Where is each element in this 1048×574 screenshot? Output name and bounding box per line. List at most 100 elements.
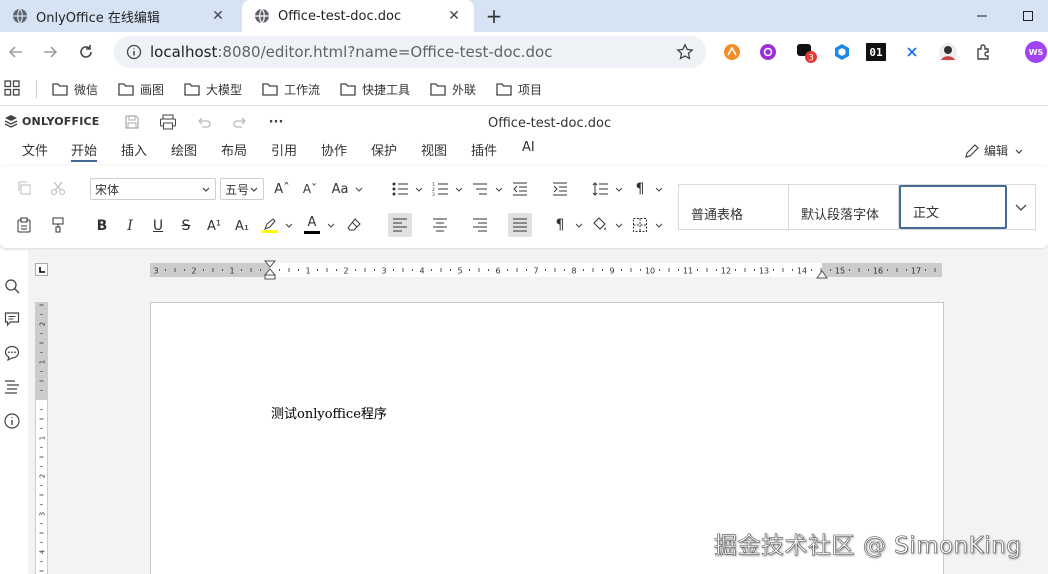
extension-orange-icon[interactable] [720, 40, 744, 64]
bold-button[interactable]: B [90, 214, 114, 238]
clear-format-icon[interactable] [342, 213, 366, 237]
save-icon[interactable] [120, 112, 144, 132]
underline-button[interactable]: U [146, 214, 170, 238]
chevron-down-icon[interactable] [454, 177, 464, 201]
extension-01-icon[interactable]: 01 [864, 40, 888, 64]
line-spacing-icon[interactable] [588, 177, 612, 201]
extension-avatar-icon[interactable] [936, 40, 960, 64]
url-text[interactable]: localhost:8080/editor.html?name=Office-t… [150, 43, 670, 61]
subscript-button[interactable]: A₁ [230, 214, 254, 238]
back-button[interactable] [2, 38, 30, 66]
chevron-down-icon[interactable] [326, 213, 336, 237]
strikethrough-button[interactable]: S [174, 214, 198, 238]
tab-layout[interactable]: 布局 [221, 140, 247, 159]
tab-plugins[interactable]: 插件 [471, 140, 497, 159]
maximize-button[interactable] [1006, 0, 1048, 32]
navigation-icon[interactable] [3, 378, 21, 396]
bookmark-folder-tools[interactable]: 快捷工具 [340, 79, 410, 99]
search-icon[interactable] [3, 277, 21, 295]
extension-cube-icon[interactable] [830, 40, 854, 64]
bookmark-folder-links[interactable]: 外联 [430, 79, 476, 99]
tab-view[interactable]: 视图 [421, 140, 447, 159]
align-justify-icon[interactable] [508, 213, 532, 237]
italic-button[interactable]: I [118, 214, 142, 238]
browser-tab-1[interactable]: OnlyOffice 在线编辑 ✕ [0, 0, 238, 32]
extension-purple-icon[interactable] [756, 40, 780, 64]
style-default-paragraph-font[interactable]: 默认段落字体 [789, 185, 899, 229]
vertical-ruler[interactable]: 2 1 1 2 3 4 [35, 302, 48, 574]
extension-chat-icon[interactable]: 3 [794, 40, 818, 64]
tab-stop-selector[interactable] [35, 263, 48, 276]
change-case-button[interactable]: Aa [328, 177, 352, 201]
edit-mode-dropdown[interactable]: 编辑 [964, 142, 1028, 159]
highlight-color-button[interactable] [258, 213, 282, 237]
bookmark-folder-workflow[interactable]: 工作流 [262, 79, 320, 99]
paste-icon[interactable] [12, 213, 36, 237]
browser-tab-2[interactable]: Office-test-doc.doc ✕ [242, 0, 474, 32]
decrease-indent-icon[interactable] [508, 177, 532, 201]
tab-insert[interactable]: 插入 [121, 140, 147, 159]
info-icon[interactable] [3, 412, 21, 430]
style-normal-table[interactable]: 普通表格 [679, 185, 789, 229]
paragraph-shading-icon[interactable] [588, 213, 612, 237]
style-body-text[interactable]: 正文 [899, 185, 1007, 229]
paragraph-direction-button[interactable]: ¶ [628, 177, 652, 201]
align-left-icon[interactable] [388, 213, 412, 237]
tab-collaboration[interactable]: 协作 [321, 140, 347, 159]
chat-icon[interactable] [3, 344, 21, 362]
borders-icon[interactable] [628, 213, 652, 237]
format-painter-icon[interactable] [46, 213, 70, 237]
multilevel-list-icon[interactable] [468, 177, 492, 201]
undo-icon[interactable] [192, 112, 216, 132]
close-icon[interactable]: ✕ [442, 4, 466, 28]
bullets-icon[interactable] [388, 177, 412, 201]
tab-file[interactable]: 文件 [22, 140, 48, 159]
increase-indent-icon[interactable] [548, 177, 572, 201]
right-indent-marker[interactable] [816, 269, 828, 279]
numbering-icon[interactable]: 123 [428, 177, 452, 201]
show-nonprinting-button[interactable]: ¶ [548, 213, 572, 237]
chevron-down-icon[interactable] [494, 177, 504, 201]
chevron-down-icon[interactable] [614, 213, 624, 237]
cut-icon[interactable] [46, 176, 70, 200]
close-icon[interactable]: ✕ [206, 4, 230, 28]
bookmark-folder-draw[interactable]: 画图 [118, 79, 164, 99]
apps-grid-icon[interactable] [4, 80, 20, 96]
first-line-indent-marker[interactable] [264, 260, 276, 280]
bookmark-folder-llm[interactable]: 大模型 [184, 79, 242, 99]
minimize-button[interactable] [960, 0, 1004, 32]
chevron-down-icon[interactable] [574, 213, 584, 237]
bookmark-star-icon[interactable] [670, 43, 700, 61]
chevron-down-icon[interactable] [654, 213, 664, 237]
horizontal-ruler[interactable]: 3 2 1 1 2 3 4 5 6 7 8 9 10 11 12 13 14 15 16 17 [150, 260, 942, 280]
document-body-text[interactable]: 测试onlyoffice程序 [271, 403, 387, 422]
reload-button[interactable] [72, 38, 100, 66]
new-tab-button[interactable]: + [482, 4, 506, 28]
omnibox[interactable]: localhost:8080/editor.html?name=Office-t… [114, 36, 706, 68]
chevron-down-icon[interactable] [654, 177, 664, 201]
extension-x-icon[interactable] [900, 40, 924, 64]
bookmark-folder-wechat[interactable]: 微信 [52, 79, 98, 99]
forward-button[interactable] [36, 38, 64, 66]
chevron-down-icon[interactable] [284, 213, 294, 237]
tab-protection[interactable]: 保护 [371, 140, 397, 159]
chevron-down-icon[interactable] [354, 177, 364, 201]
styles-expand-button[interactable] [1007, 185, 1035, 229]
align-right-icon[interactable] [468, 213, 492, 237]
tab-draw[interactable]: 绘图 [171, 140, 197, 159]
bookmark-folder-projects[interactable]: 项目 [496, 79, 542, 99]
profile-avatar[interactable]: WS [1024, 40, 1048, 64]
more-actions-button[interactable]: ··· [264, 112, 288, 132]
extensions-puzzle-icon[interactable] [972, 40, 996, 64]
align-center-icon[interactable] [428, 213, 452, 237]
chevron-down-icon[interactable] [614, 177, 624, 201]
tab-ai[interactable]: AI [522, 140, 535, 155]
comments-icon[interactable] [3, 310, 21, 328]
print-icon[interactable] [156, 112, 180, 132]
increase-font-button[interactable]: Aˆ [270, 177, 294, 201]
decrease-font-button[interactable]: Aˇ [298, 177, 322, 201]
chevron-down-icon[interactable] [414, 177, 424, 201]
superscript-button[interactable]: A¹ [202, 214, 226, 238]
tab-references[interactable]: 引用 [271, 140, 297, 159]
redo-icon[interactable] [228, 112, 252, 132]
